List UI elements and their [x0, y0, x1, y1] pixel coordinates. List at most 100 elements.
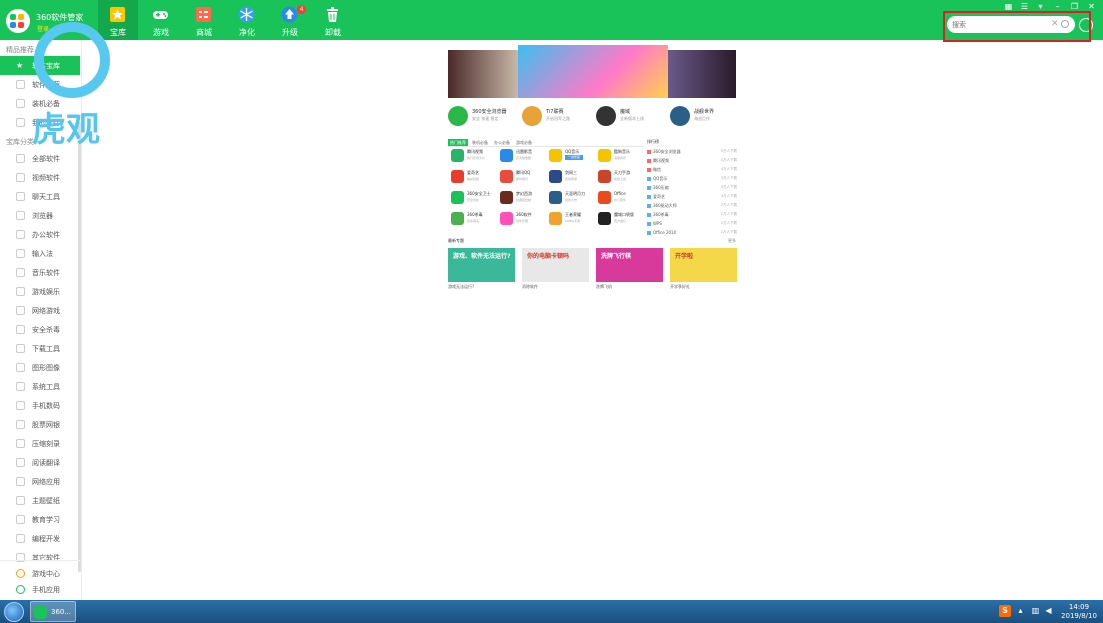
- sidebar-item-category[interactable]: 压缩刻录: [0, 434, 80, 453]
- grid-app[interactable]: 魔域口袋版 西方魔幻: [598, 211, 646, 227]
- grid-app[interactable]: 360安全卫士 安全防护: [451, 190, 499, 206]
- sidebar-item-category[interactable]: 手机数码: [0, 396, 80, 415]
- banner-right[interactable]: [668, 50, 736, 98]
- app-name: 王者荣耀: [565, 212, 581, 217]
- topic-card[interactable]: 洗牌飞行棋: [596, 248, 663, 282]
- start-button[interactable]: [4, 602, 24, 622]
- volume-icon[interactable]: ◀: [1043, 605, 1054, 616]
- sidebar-item-category[interactable]: 全部软件: [0, 149, 80, 168]
- tab-essential[interactable]: 装机必备: [470, 139, 490, 146]
- ranking-item[interactable]: 爱奇艺 3万人下载: [647, 193, 737, 201]
- menu-icon[interactable]: ☰: [1019, 2, 1030, 11]
- ime-icon[interactable]: S: [999, 605, 1011, 617]
- sidebar-item-category[interactable]: 输入法: [0, 244, 80, 263]
- system-clock[interactable]: 14:09 2019/8/10: [1058, 603, 1100, 621]
- grid-app[interactable]: 梦幻西游 经典回合制: [500, 190, 548, 206]
- sidebar-item-category[interactable]: 音乐软件: [0, 263, 80, 282]
- nav-uninstall[interactable]: 卸载: [313, 0, 353, 40]
- ranking-item[interactable]: 360安全浏览器 5万人下载: [647, 148, 737, 156]
- sidebar-item-category[interactable]: 阅读翻译: [0, 453, 80, 472]
- topic-card[interactable]: 开学啦: [670, 248, 737, 282]
- sidebar-item-mobile-apps[interactable]: 手机应用: [0, 580, 80, 599]
- grid-app[interactable]: 天涯明月刀 武侠大作: [549, 190, 597, 206]
- sidebar-item-category[interactable]: 编程开发: [0, 529, 80, 548]
- app-icon: [500, 149, 513, 162]
- banner-main[interactable]: [518, 45, 668, 98]
- ranking-item[interactable]: Office 2010 2万人下载: [647, 229, 737, 237]
- sidebar-item-label: 手机数码: [32, 402, 60, 410]
- sidebar-item-category[interactable]: 下载工具: [0, 339, 80, 358]
- topic-caption[interactable]: 消除软件: [522, 284, 538, 290]
- ranking-item[interactable]: 360驱动大师 2万人下载: [647, 202, 737, 210]
- nav-upgrade[interactable]: 4 升级: [270, 0, 310, 40]
- grid-app[interactable]: 360软件 软件管理: [500, 211, 548, 227]
- ranking-item[interactable]: 微信 4万人下载: [647, 166, 737, 174]
- restore-button[interactable]: ❐: [1069, 2, 1080, 11]
- sidebar-item-category[interactable]: 聊天工具: [0, 187, 80, 206]
- sidebar-item-category[interactable]: 系统工具: [0, 377, 80, 396]
- minimize-button[interactable]: –: [1052, 2, 1063, 11]
- nav-purify[interactable]: 净化: [227, 0, 267, 40]
- featured-app[interactable]: 360安全浏览器 安全 快速 稳定: [448, 106, 518, 128]
- topic-caption[interactable]: 开学季好礼: [670, 284, 690, 290]
- app-desc: 海战巨作: [694, 116, 710, 121]
- banner-left[interactable]: [448, 50, 518, 98]
- sidebar-item-label: 股票网银: [32, 421, 60, 429]
- topic-caption[interactable]: 洗牌飞机: [596, 284, 612, 290]
- topic-caption[interactable]: 游戏无法运行?: [448, 284, 474, 290]
- sidebar-item-category[interactable]: 办公软件: [0, 225, 80, 244]
- sidebar-item-category[interactable]: 主题壁纸: [0, 491, 80, 510]
- featured-app[interactable]: Ti7联赛 开启冠军之路: [522, 106, 592, 128]
- sidebar-item-category[interactable]: 安全杀毒: [0, 320, 80, 339]
- ranking-item[interactable]: 腾讯视频 4万人下载: [647, 157, 737, 165]
- close-button[interactable]: ✕: [1086, 2, 1097, 11]
- topic-card[interactable]: 你的电脑卡顿吗: [522, 248, 589, 282]
- category-icon: [16, 306, 25, 315]
- network-icon[interactable]: ▥: [1030, 605, 1041, 616]
- tab-office[interactable]: 办公必备: [492, 139, 512, 146]
- sidebar-item-category[interactable]: 浏览器: [0, 206, 80, 225]
- grid-app[interactable]: 360杀毒 查杀病毒: [451, 211, 499, 227]
- grid-app[interactable]: 天刀手游 新版上线: [598, 169, 646, 185]
- dropdown-icon[interactable]: ▾: [1035, 2, 1046, 11]
- grid-app[interactable]: 腾讯QQ 即时通讯: [500, 169, 548, 185]
- app-desc: 全新版本上线: [620, 116, 644, 121]
- grid-app[interactable]: 爱奇艺 精彩视频: [451, 169, 499, 185]
- taskbar-app-360[interactable]: 360...: [30, 601, 76, 622]
- sidebar-scrollbar[interactable]: [78, 122, 81, 572]
- topics-more-link[interactable]: 更多: [728, 238, 736, 244]
- ranking-item[interactable]: 360杀毒 2万人下载: [647, 211, 737, 219]
- app-icon: [598, 149, 611, 162]
- grid-app[interactable]: Office 办公软件: [598, 190, 646, 206]
- ranking-item[interactable]: QQ音乐 3万人下载: [647, 175, 737, 183]
- skin-icon[interactable]: ▦: [1003, 2, 1014, 11]
- tab-game[interactable]: 游戏必备: [514, 139, 534, 146]
- sidebar-item-category[interactable]: 视频软件: [0, 168, 80, 187]
- sidebar-item-category[interactable]: 股票网银: [0, 415, 80, 434]
- grid-app[interactable]: QQ音乐 一键安装: [549, 148, 597, 164]
- grid-app[interactable]: 迅雷影音 高清播放器: [500, 148, 548, 164]
- install-button[interactable]: 一键安装: [565, 155, 583, 160]
- grid-app[interactable]: 腾讯视频 热门影视大片: [451, 148, 499, 164]
- topic-card[interactable]: 游戏、软件无法运行?: [448, 248, 515, 282]
- tab-hot[interactable]: 热门推荐: [448, 139, 468, 146]
- sidebar-item-category[interactable]: 教育学习: [0, 510, 80, 529]
- ranking-item[interactable]: WPS 2万人下载: [647, 220, 737, 228]
- sidebar-item-label: 办公软件: [32, 231, 60, 239]
- sidebar-item-category[interactable]: 网络游戏: [0, 301, 80, 320]
- grid-app[interactable]: 王者荣耀 MOBA手游: [549, 211, 597, 227]
- rank-name: 360安全浏览器: [653, 149, 681, 154]
- tray-expand-icon[interactable]: ▴: [1015, 605, 1026, 616]
- sidebar-item-category[interactable]: 网络应用: [0, 472, 80, 491]
- rank-name: 爱奇艺: [653, 194, 665, 199]
- nav-games[interactable]: 游戏: [141, 0, 181, 40]
- featured-app[interactable]: 魔域 全新版本上线: [596, 106, 666, 128]
- grid-app[interactable]: 剑网三 武侠网游: [549, 169, 597, 185]
- sidebar-item-category[interactable]: 游戏娱乐: [0, 282, 80, 301]
- sidebar-item-category[interactable]: 图形图像: [0, 358, 80, 377]
- app-name: 爱奇艺: [467, 170, 479, 175]
- grid-app[interactable]: 酷狗音乐 海量音乐: [598, 148, 646, 164]
- featured-app[interactable]: 战舰世界 海战巨作: [670, 106, 740, 128]
- nav-store[interactable]: 商城: [184, 0, 224, 40]
- ranking-item[interactable]: 360压缩 3万人下载: [647, 184, 737, 192]
